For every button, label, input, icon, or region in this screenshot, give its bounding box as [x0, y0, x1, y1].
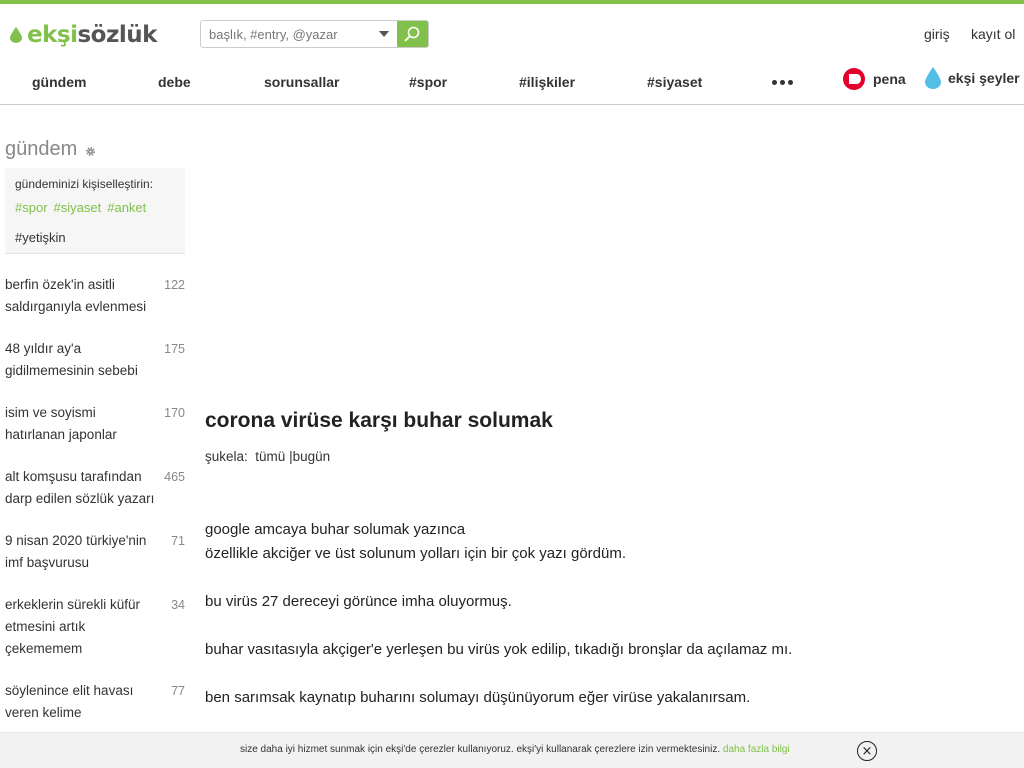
entry-line: buhar vasıtasıyla akçiger'e yerleşen bu …	[205, 641, 793, 658]
nav-item-spor[interactable]: #spor	[409, 74, 447, 90]
topic-title: berfin özek'in asitli saldırganıyla evle…	[5, 277, 147, 314]
topic-count: 71	[171, 534, 185, 548]
entry-line: ben sarımsak kaynatıp buharını solumayı …	[205, 689, 751, 706]
topic-count: 77	[171, 684, 185, 698]
topic-title: 9 nisan 2020 türkiye'nin imf başvurusu	[5, 533, 147, 570]
search-options-dropdown[interactable]	[371, 21, 397, 47]
caret-down-icon	[378, 31, 389, 37]
cookie-more-info-link[interactable]: daha fazla bilgi	[723, 744, 790, 755]
personalize-box: gündeminizi kişiselleştirin: #spor #siyas…	[5, 168, 185, 254]
drop-logo-icon	[10, 27, 22, 43]
cookie-banner: size daha iyi hizmet sunmak için ekşi'de…	[0, 732, 1024, 768]
sukela-filter: şukela: tümü |bugün	[205, 449, 330, 464]
personalize-tags: #spor #siyaset #anket	[15, 200, 175, 215]
nav-item-gundem[interactable]: gündem	[32, 74, 86, 90]
search-box	[200, 20, 429, 48]
site-logo[interactable]: ekşisözlük	[10, 22, 157, 48]
close-icon[interactable]: ×	[857, 741, 877, 761]
topic-title: alt komşusu tarafından darp edilen sözlü…	[5, 469, 155, 506]
topic-item[interactable]: alt komşusu tarafından darp edilen sözlü…	[5, 466, 185, 530]
topic-count: 34	[171, 598, 185, 612]
search-input[interactable]	[201, 21, 371, 47]
sukela-today-link[interactable]: bugün	[293, 449, 331, 464]
login-link[interactable]: giriş	[924, 26, 950, 42]
eksi-seyler-label: ekşi şeyler	[948, 70, 1020, 86]
sidebar: gündem gündeminizi kişiselleştirin: #spo…	[5, 136, 185, 254]
topic-item[interactable]: berfin özek'in asitli saldırganıyla evle…	[5, 274, 185, 338]
gear-icon[interactable]	[85, 146, 96, 157]
search-button[interactable]	[396, 21, 428, 47]
topic-item[interactable]: 9 nisan 2020 türkiye'nin imf başvurusu 7…	[5, 530, 185, 594]
nav-pena[interactable]: pena	[843, 68, 906, 90]
logo-part-1: ekşi	[27, 22, 78, 48]
nav-item-siyaset[interactable]: #siyaset	[647, 74, 702, 90]
topic-title: erkeklerin sürekli küfür etmesini artık …	[5, 597, 141, 656]
nav-item-iliskiler[interactable]: #ilişkiler	[519, 74, 575, 90]
topic-count: 170	[164, 406, 185, 420]
entry-line: google amcaya buhar solumak yazınca	[205, 521, 466, 538]
logo-text: ekşisözlük	[27, 22, 157, 48]
more-menu-button[interactable]	[772, 80, 793, 85]
topic-title: isim ve soyismi hatırlanan japonlar	[5, 405, 117, 442]
logo-part-2: sözlük	[77, 22, 157, 48]
cookie-message: size daha iyi hizmet sunmak için ekşi'de…	[240, 744, 721, 755]
topic-count: 122	[164, 278, 185, 292]
topic-item[interactable]: 48 yıldır ay'a gidilmemesinin sebebi 175	[5, 338, 185, 402]
main-nav: gündem debe sorunsallar #spor #ilişkiler…	[0, 64, 1024, 105]
tag-siyaset[interactable]: #siyaset	[54, 200, 102, 215]
search-icon	[404, 26, 420, 42]
entry-line: bu virüs 27 dereceyi görünce imha oluyor…	[205, 593, 512, 610]
topic-count: 175	[164, 342, 185, 356]
tag-yetiskin[interactable]: #yetişkin	[15, 230, 175, 245]
topic-heading[interactable]: corona virüse karşı buhar solumak	[205, 409, 553, 433]
topic-count: 465	[164, 470, 185, 484]
topic-title: söylenince elit havası veren kelime	[5, 683, 134, 720]
nav-item-sorunsallar[interactable]: sorunsallar	[264, 74, 339, 90]
topic-item[interactable]: erkeklerin sürekli küfür etmesini artık …	[5, 594, 185, 680]
header: ekşisözlük giriş kayıt ol	[0, 4, 1024, 64]
tag-anket[interactable]: #anket	[107, 200, 146, 215]
pena-label: pena	[873, 71, 906, 87]
sidebar-title-text: gündem	[5, 137, 78, 160]
water-drop-icon	[925, 67, 941, 89]
ellipsis-icon	[772, 80, 777, 85]
personalize-title: gündeminizi kişiselleştirin:	[15, 177, 154, 191]
sukela-label: şukela:	[205, 449, 248, 464]
sidebar-title: gündem	[5, 136, 185, 162]
nav-eksi-seyler[interactable]: ekşi şeyler	[925, 67, 1020, 89]
topic-title: 48 yıldır ay'a gidilmemesinin sebebi	[5, 341, 138, 378]
register-link[interactable]: kayıt ol	[971, 26, 1015, 42]
cookie-text: size daha iyi hizmet sunmak için ekşi'de…	[240, 744, 790, 755]
sukela-all-link[interactable]: tümü	[255, 449, 285, 464]
pena-icon	[843, 68, 865, 90]
entry-line: özellikle akciğer ve üst solunum yolları…	[205, 545, 627, 562]
tag-spor[interactable]: #spor	[15, 200, 48, 215]
nav-item-debe[interactable]: debe	[158, 74, 191, 90]
topic-item[interactable]: isim ve soyismi hatırlanan japonlar 170	[5, 402, 185, 466]
topic-list: berfin özek'in asitli saldırganıyla evle…	[5, 274, 185, 744]
